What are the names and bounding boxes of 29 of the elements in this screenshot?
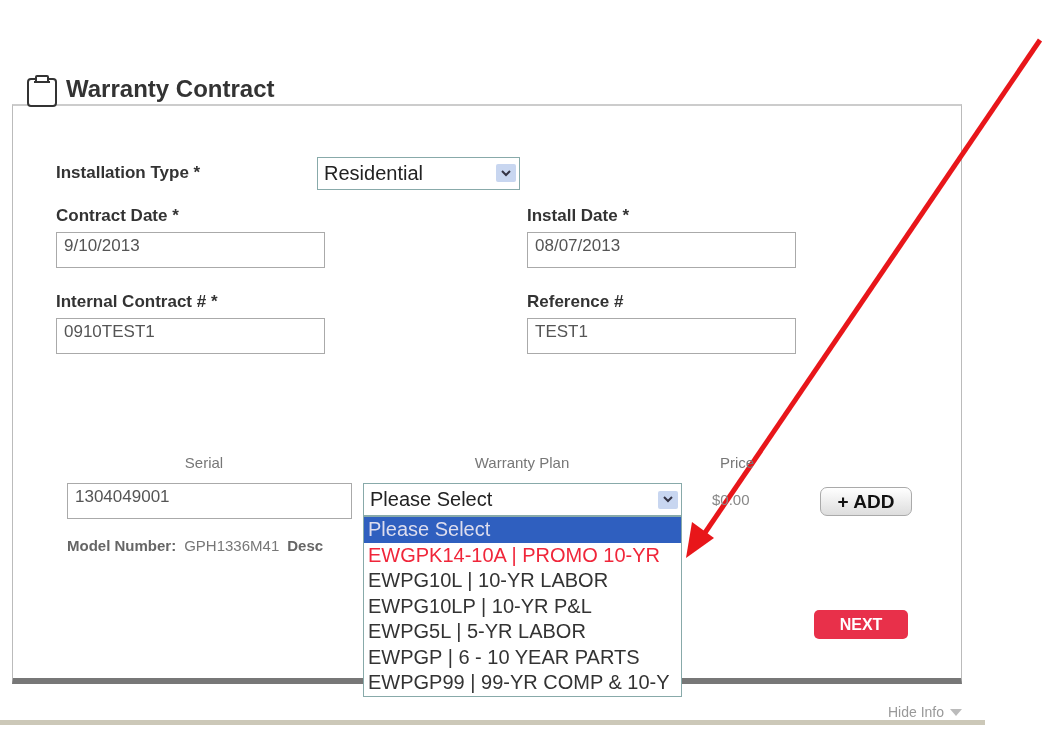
dropdown-option[interactable]: Please Select — [364, 517, 681, 543]
installation-type-select[interactable]: Residential — [317, 156, 520, 190]
dropdown-option[interactable]: EWGPK14-10A | PROMO 10-YR — [364, 542, 681, 568]
serial-field[interactable]: 1304049001 — [67, 483, 352, 519]
model-number-label: Model Number: — [67, 537, 177, 554]
next-button[interactable]: NEXT — [814, 610, 908, 639]
field-label: Installation Type * — [56, 163, 202, 183]
field-label: Reference # — [527, 292, 625, 312]
text-field[interactable]: 08/07/2013 — [527, 232, 796, 268]
dropdown-option[interactable]: EWPGP99 | 99-YR COMP & 10-Y — [364, 670, 681, 696]
field-label: Contract Date * — [56, 206, 180, 226]
caret-icon — [950, 708, 962, 716]
dropdown-option[interactable]: EWPG5L | 5-YR LABOR — [364, 619, 681, 645]
field-label: Internal Contract # * — [56, 292, 219, 312]
dropdown-option[interactable]: EWPG10LP | 10-YR P&L — [364, 593, 681, 619]
section-title: Warranty Contract — [66, 74, 275, 104]
add-button[interactable]: + ADD — [820, 487, 912, 516]
text-field[interactable]: 9/10/2013 — [56, 232, 325, 268]
description-label: Desc — [287, 537, 324, 554]
field-label: Install Date * — [527, 206, 631, 226]
text-field[interactable]: 0910TEST1 — [56, 318, 325, 354]
column-header: Warranty Plan — [473, 454, 571, 473]
column-header: Serial — [183, 454, 225, 473]
text-field[interactable]: TEST1 — [527, 318, 796, 354]
warranty-plan-select[interactable]: Please Select — [363, 483, 682, 516]
model-number-value: GPH1336M41 — [184, 537, 280, 554]
dropdown-option[interactable]: EWPG10L | 10-YR LABOR — [364, 568, 681, 594]
clipboard-icon — [26, 74, 58, 108]
dropdown-option[interactable]: EWPGP | 6 - 10 YEAR PARTS — [364, 644, 681, 670]
